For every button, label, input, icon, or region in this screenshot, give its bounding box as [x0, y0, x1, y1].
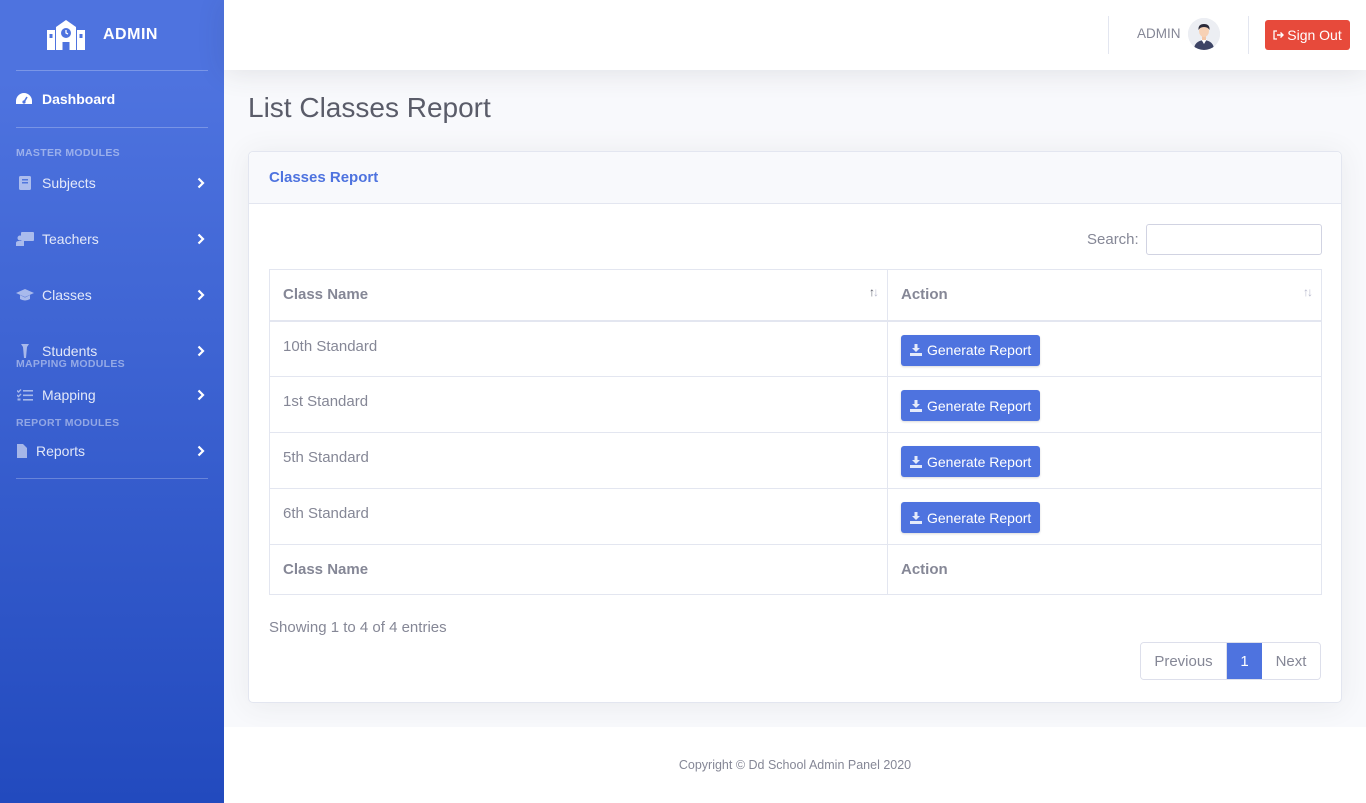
action-cell: Generate Report — [887, 488, 1322, 545]
footer-action: Action — [887, 544, 1322, 595]
sidebar-item-label: Teachers — [42, 231, 99, 247]
user-name[interactable]: ADMIN — [1137, 26, 1181, 41]
sidebar-divider — [16, 127, 208, 128]
table-row: 1st Standard Generate Report — [269, 376, 1322, 433]
topbar: ADMIN Sign Out — [224, 0, 1366, 70]
generate-report-label: Generate Report — [927, 509, 1032, 526]
chalkboard-teacher-icon — [16, 232, 34, 246]
generate-report-button[interactable]: Generate Report — [901, 446, 1041, 477]
graduation-cap-icon — [16, 288, 34, 302]
sidebar-brand[interactable]: ADMIN — [0, 0, 224, 70]
generate-report-label: Generate Report — [927, 397, 1032, 414]
pagination: Previous 1 Next — [1140, 642, 1321, 680]
footer: Copyright © Dd School Admin Panel 2020 — [224, 727, 1366, 803]
topbar-divider — [1248, 16, 1249, 54]
column-header-label: Class Name — [283, 286, 369, 304]
sidebar-item-reports[interactable]: Reports — [0, 423, 224, 479]
chevron-right-icon — [196, 388, 206, 402]
table-info: Showing 1 to 4 of 4 entries — [269, 619, 447, 636]
chevron-right-icon — [196, 444, 206, 458]
topbar-divider — [1108, 16, 1109, 54]
page-1-button[interactable]: 1 — [1227, 643, 1262, 679]
footer-class-name: Class Name — [269, 544, 888, 595]
table-header-row: Class Name ↑↓ Action ↑↓ — [269, 269, 1322, 322]
sidebar-item-label: Dashboard — [42, 91, 116, 107]
sidebar-item-mapping[interactable]: Mapping — [0, 367, 224, 423]
table-row: 6th Standard Generate Report — [269, 488, 1322, 545]
sign-out-icon — [1273, 30, 1285, 40]
school-icon — [44, 17, 88, 53]
column-header-label: Action — [901, 286, 948, 304]
class-name-cell: 6th Standard — [269, 488, 888, 545]
brand-title: ADMIN — [103, 26, 158, 43]
table-row: 10th Standard Generate Report — [269, 320, 1322, 377]
chevron-right-icon — [196, 288, 206, 302]
classes-report-card: Classes Report Search: Class Name ↑↓ Act… — [248, 151, 1342, 703]
sidebar-item-label: Classes — [42, 287, 92, 303]
sort-icon: ↑↓ — [1303, 285, 1313, 299]
class-name-cell: 5th Standard — [269, 432, 888, 489]
action-cell: Generate Report — [887, 320, 1322, 377]
generate-report-label: Generate Report — [927, 342, 1032, 358]
generate-report-button[interactable]: Generate Report — [901, 334, 1041, 366]
chevron-right-icon — [196, 344, 206, 358]
action-cell: Generate Report — [887, 376, 1322, 433]
user-tie-icon — [16, 344, 34, 358]
sidebar-item-subjects[interactable]: Subjects — [0, 155, 224, 211]
sidebar-item-label: Reports — [36, 443, 86, 459]
sidebar-item-dashboard[interactable]: Dashboard — [0, 71, 224, 127]
tachometer-icon — [16, 93, 34, 105]
copyright-text: Copyright © Dd School Admin Panel 2020 — [678, 758, 912, 772]
next-page-button[interactable]: Next — [1262, 643, 1320, 679]
sidebar-item-label: Students — [42, 343, 98, 359]
download-icon — [910, 399, 922, 412]
download-icon — [910, 455, 922, 468]
sign-out-button[interactable]: Sign Out — [1265, 20, 1350, 50]
table-footer-row: Class Name Action — [269, 544, 1322, 595]
sign-out-label: Sign Out — [1287, 27, 1342, 43]
page-title: List Classes Report — [248, 92, 491, 123]
file-icon — [16, 444, 28, 458]
download-icon — [910, 511, 922, 524]
card-header: Classes Report — [249, 152, 1341, 204]
generate-report-button[interactable]: Generate Report — [901, 502, 1041, 533]
previous-page-button[interactable]: Previous — [1141, 643, 1227, 679]
column-header-action[interactable]: Action ↑↓ — [887, 269, 1322, 322]
action-cell: Generate Report — [887, 432, 1322, 489]
chevron-right-icon — [196, 232, 206, 246]
column-header-class-name[interactable]: Class Name ↑↓ — [269, 269, 888, 322]
download-icon — [910, 344, 922, 356]
sidebar-divider — [16, 478, 208, 479]
sidebar-item-label: Subjects — [42, 175, 96, 191]
sidebar-item-teachers[interactable]: Teachers — [0, 211, 224, 267]
sort-icon: ↑↓ — [869, 285, 879, 299]
generate-report-button[interactable]: Generate Report — [901, 390, 1041, 421]
chevron-right-icon — [196, 176, 206, 190]
search-input[interactable] — [1146, 224, 1322, 255]
sidebar: ADMIN Dashboard MASTER MODULES Subjects … — [0, 0, 224, 803]
sidebar-item-classes[interactable]: Classes — [0, 267, 224, 323]
generate-report-label: Generate Report — [927, 453, 1032, 470]
book-icon — [16, 176, 34, 190]
sidebar-item-label: Mapping — [42, 387, 96, 403]
class-name-cell: 10th Standard — [269, 320, 888, 377]
table-row: 5th Standard Generate Report — [269, 432, 1322, 489]
list-check-icon — [16, 388, 34, 402]
avatar[interactable] — [1188, 18, 1220, 50]
search-label: Search: — [1087, 231, 1139, 248]
class-name-cell: 1st Standard — [269, 376, 888, 433]
classes-table: Class Name ↑↓ Action ↑↓ 10th Standard Ge… — [269, 269, 1322, 595]
